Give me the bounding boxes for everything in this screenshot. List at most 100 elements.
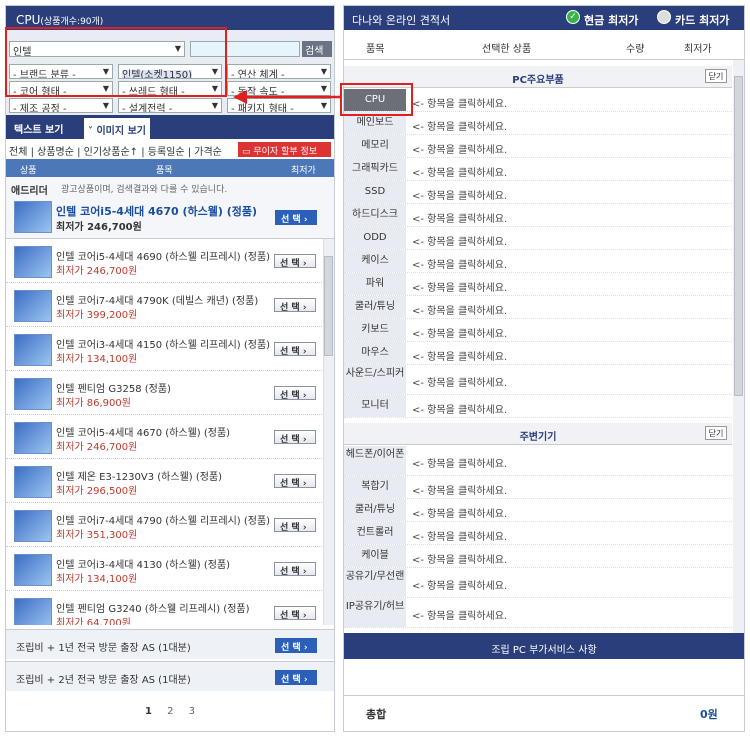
part-label[interactable]: ODD [344, 227, 406, 249]
tab-text-view[interactable]: 텍스트 보기 [14, 121, 63, 136]
product-name[interactable]: 인텔 코어i5-4세대 4670 (하스웰) (정품) [56, 424, 230, 439]
part-label[interactable]: 마우스 [344, 342, 406, 364]
part-label[interactable]: 쿨러/튜닝 [344, 499, 406, 521]
product-image[interactable] [14, 334, 52, 366]
select-button[interactable]: 선 택 › [274, 474, 316, 489]
select-button[interactable]: 선 택 › [274, 254, 316, 269]
select-button[interactable]: 선 택 › [275, 638, 317, 653]
part-label[interactable]: 메모리 [344, 135, 406, 157]
part-row[interactable]: 컨트롤러 <- 항목을 클릭하세요. [344, 522, 732, 545]
part-label[interactable]: 그래픽카드 [344, 158, 406, 180]
part-row[interactable]: IP공유기/허브 <- 항목을 클릭하세요. [344, 598, 732, 628]
part-row[interactable]: 하드디스크 <- 항목을 클릭하세요. [344, 204, 732, 227]
close-button[interactable]: 닫기 [705, 426, 727, 440]
product-image[interactable] [14, 510, 52, 542]
close-button[interactable]: 닫기 [705, 69, 727, 83]
scrollbar-thumb[interactable] [324, 256, 333, 356]
product-image[interactable] [14, 378, 52, 410]
page-link[interactable]: 3 [189, 706, 195, 717]
part-hint: <- 항목을 클릭하세요. [412, 352, 508, 363]
part-label[interactable]: 케이블 [344, 545, 406, 567]
part-row[interactable]: 쿨러/튜닝 <- 항목을 클릭하세요. [344, 499, 732, 522]
select-button[interactable]: 선 택 › [275, 670, 317, 685]
check-icon[interactable]: ✓ [566, 10, 580, 24]
part-label[interactable]: 파워 [344, 273, 406, 295]
part-label[interactable]: 컨트롤러 [344, 522, 406, 544]
list-item: 인텔 코어i7-4세대 4790 (하스웰 리프레시) (정품) 최저가 351,… [6, 503, 322, 547]
part-label[interactable]: 사운드/스피커 [344, 365, 406, 394]
part-label[interactable]: 공유기/무선랜 [344, 568, 406, 597]
product-name[interactable]: 인텔 제온 E3-1230V3 (하스웰) (정품) [56, 468, 222, 483]
tab-image-view[interactable]: ˅ 이미지 보기 [84, 118, 150, 139]
part-row[interactable]: 케이스 <- 항목을 클릭하세요. [344, 250, 732, 273]
part-label[interactable]: 모니터 [344, 395, 406, 417]
select-button[interactable]: 선 택 › [274, 386, 316, 401]
list-item: 인텔 코어i7-4세대 4790K (데빌스 캐년) (정품) 최저가 399,2… [6, 283, 322, 327]
cash-price-toggle[interactable]: 현금 최저가 [584, 12, 638, 28]
select-button[interactable]: 선 택 › [275, 210, 317, 225]
ad-product-name[interactable]: 인텔 코어i5-4세대 4670 (하스웰) (정품) [56, 203, 257, 219]
product-image[interactable] [14, 246, 52, 278]
no-interest-button[interactable]: ▭ 무이자 할부 정보 [238, 142, 331, 157]
part-label[interactable]: IP공유기/허브 [344, 598, 406, 627]
highlight-box [5, 27, 227, 97]
part-hint: <- 항목을 클릭하세요. [412, 214, 508, 225]
list-item: 인텔 제온 E3-1230V3 (하스웰) (정품) 최저가 296,500원 선 … [6, 459, 322, 503]
part-hint: <- 항목을 클릭하세요. [412, 532, 508, 543]
product-name[interactable]: 인텔 코어i7-4세대 4790 (하스웰 리프레시) (정품) [56, 512, 270, 527]
part-row[interactable]: 그래픽카드 <- 항목을 클릭하세요. [344, 158, 732, 181]
select-button[interactable]: 선 택 › [274, 430, 316, 445]
part-label[interactable]: 하드디스크 [344, 204, 406, 226]
product-list: 인텔 코어i5-4세대 4690 (하스웰 리프레시) (정품) 최저가 246,… [6, 239, 322, 625]
product-name[interactable]: 인텔 코어i3-4세대 4150 (하스웰 리프레시) (정품) [56, 336, 270, 351]
process-filter[interactable]: - 제조 공정 - ▼ [9, 98, 113, 113]
service-label: 조립비 + 2년 전국 방문 출장 AS (1대분) [16, 675, 191, 686]
category-title: CPU [16, 13, 41, 27]
product-image[interactable] [14, 201, 52, 233]
part-row[interactable]: 사운드/스피커 <- 항목을 클릭하세요. [344, 365, 732, 395]
part-label[interactable]: 케이스 [344, 250, 406, 272]
product-image[interactable] [14, 466, 52, 498]
card-price-toggle[interactable]: 카드 최저가 [675, 12, 729, 28]
part-row[interactable]: 헤드폰/이어폰 <- 항목을 클릭하세요. [344, 446, 732, 476]
part-hint: <- 항목을 클릭하세요. [412, 306, 508, 317]
page-link[interactable]: 2 [167, 706, 173, 717]
select-button[interactable]: 선 택 › [274, 518, 316, 533]
part-row[interactable]: 복합기 <- 항목을 클릭하세요. [344, 476, 732, 499]
product-name[interactable]: 인텔 코어i7-4세대 4790K (데빌스 캐년) (정품) [56, 292, 258, 307]
product-image[interactable] [14, 554, 52, 586]
product-name[interactable]: 인텔 코어i3-4세대 4130 (하스웰) (정품) [56, 556, 230, 571]
part-row[interactable]: SSD <- 항목을 클릭하세요. [344, 181, 732, 204]
part-label[interactable]: SSD [344, 181, 406, 203]
part-label[interactable]: 쿨러/튜닝 [344, 296, 406, 318]
part-row[interactable]: 마우스 <- 항목을 클릭하세요. [344, 342, 732, 365]
col-item: 품목 [366, 44, 385, 55]
part-row[interactable]: 쿨러/튜닝 <- 항목을 클릭하세요. [344, 296, 732, 319]
radio-icon[interactable] [657, 10, 671, 24]
part-row[interactable]: 메모리 <- 항목을 클릭하세요. [344, 135, 732, 158]
part-row[interactable]: 공유기/무선랜 <- 항목을 클릭하세요. [344, 568, 732, 598]
tdp-filter[interactable]: - 설계전력 - ▼ [118, 98, 222, 113]
col-selected: 선택한 상품 [482, 44, 532, 55]
select-button[interactable]: 선 택 › [274, 298, 316, 313]
part-hint: <- 항목을 클릭하세요. [412, 145, 508, 156]
page-link[interactable]: 1 [145, 706, 152, 717]
part-row[interactable]: 모니터 <- 항목을 클릭하세요. [344, 395, 732, 418]
product-image[interactable] [14, 598, 52, 625]
product-image[interactable] [14, 422, 52, 454]
product-name[interactable]: 인텔 코어i5-4세대 4690 (하스웰 리프레시) (정품) [56, 248, 270, 263]
product-name[interactable]: 인텔 펜티엄 G3240 (하스웰 리프레시) (정품) [56, 600, 250, 615]
product-name[interactable]: 인텔 펜티엄 G3258 (정품) [56, 380, 171, 395]
part-row[interactable]: ODD <- 항목을 클릭하세요. [344, 227, 732, 250]
scrollbar-thumb[interactable] [734, 76, 743, 396]
part-row[interactable]: 파워 <- 항목을 클릭하세요. [344, 273, 732, 296]
part-row[interactable]: 케이블 <- 항목을 클릭하세요. [344, 545, 732, 568]
product-image[interactable] [14, 290, 52, 322]
select-button[interactable]: 선 택 › [274, 606, 316, 621]
select-button[interactable]: 선 택 › [274, 562, 316, 577]
part-row[interactable]: 키보드 <- 항목을 클릭하세요. [344, 319, 732, 342]
part-label[interactable]: 복합기 [344, 476, 406, 498]
part-label[interactable]: 헤드폰/이어폰 [344, 446, 406, 475]
select-button[interactable]: 선 택 › [274, 342, 316, 357]
part-label[interactable]: 키보드 [344, 319, 406, 341]
